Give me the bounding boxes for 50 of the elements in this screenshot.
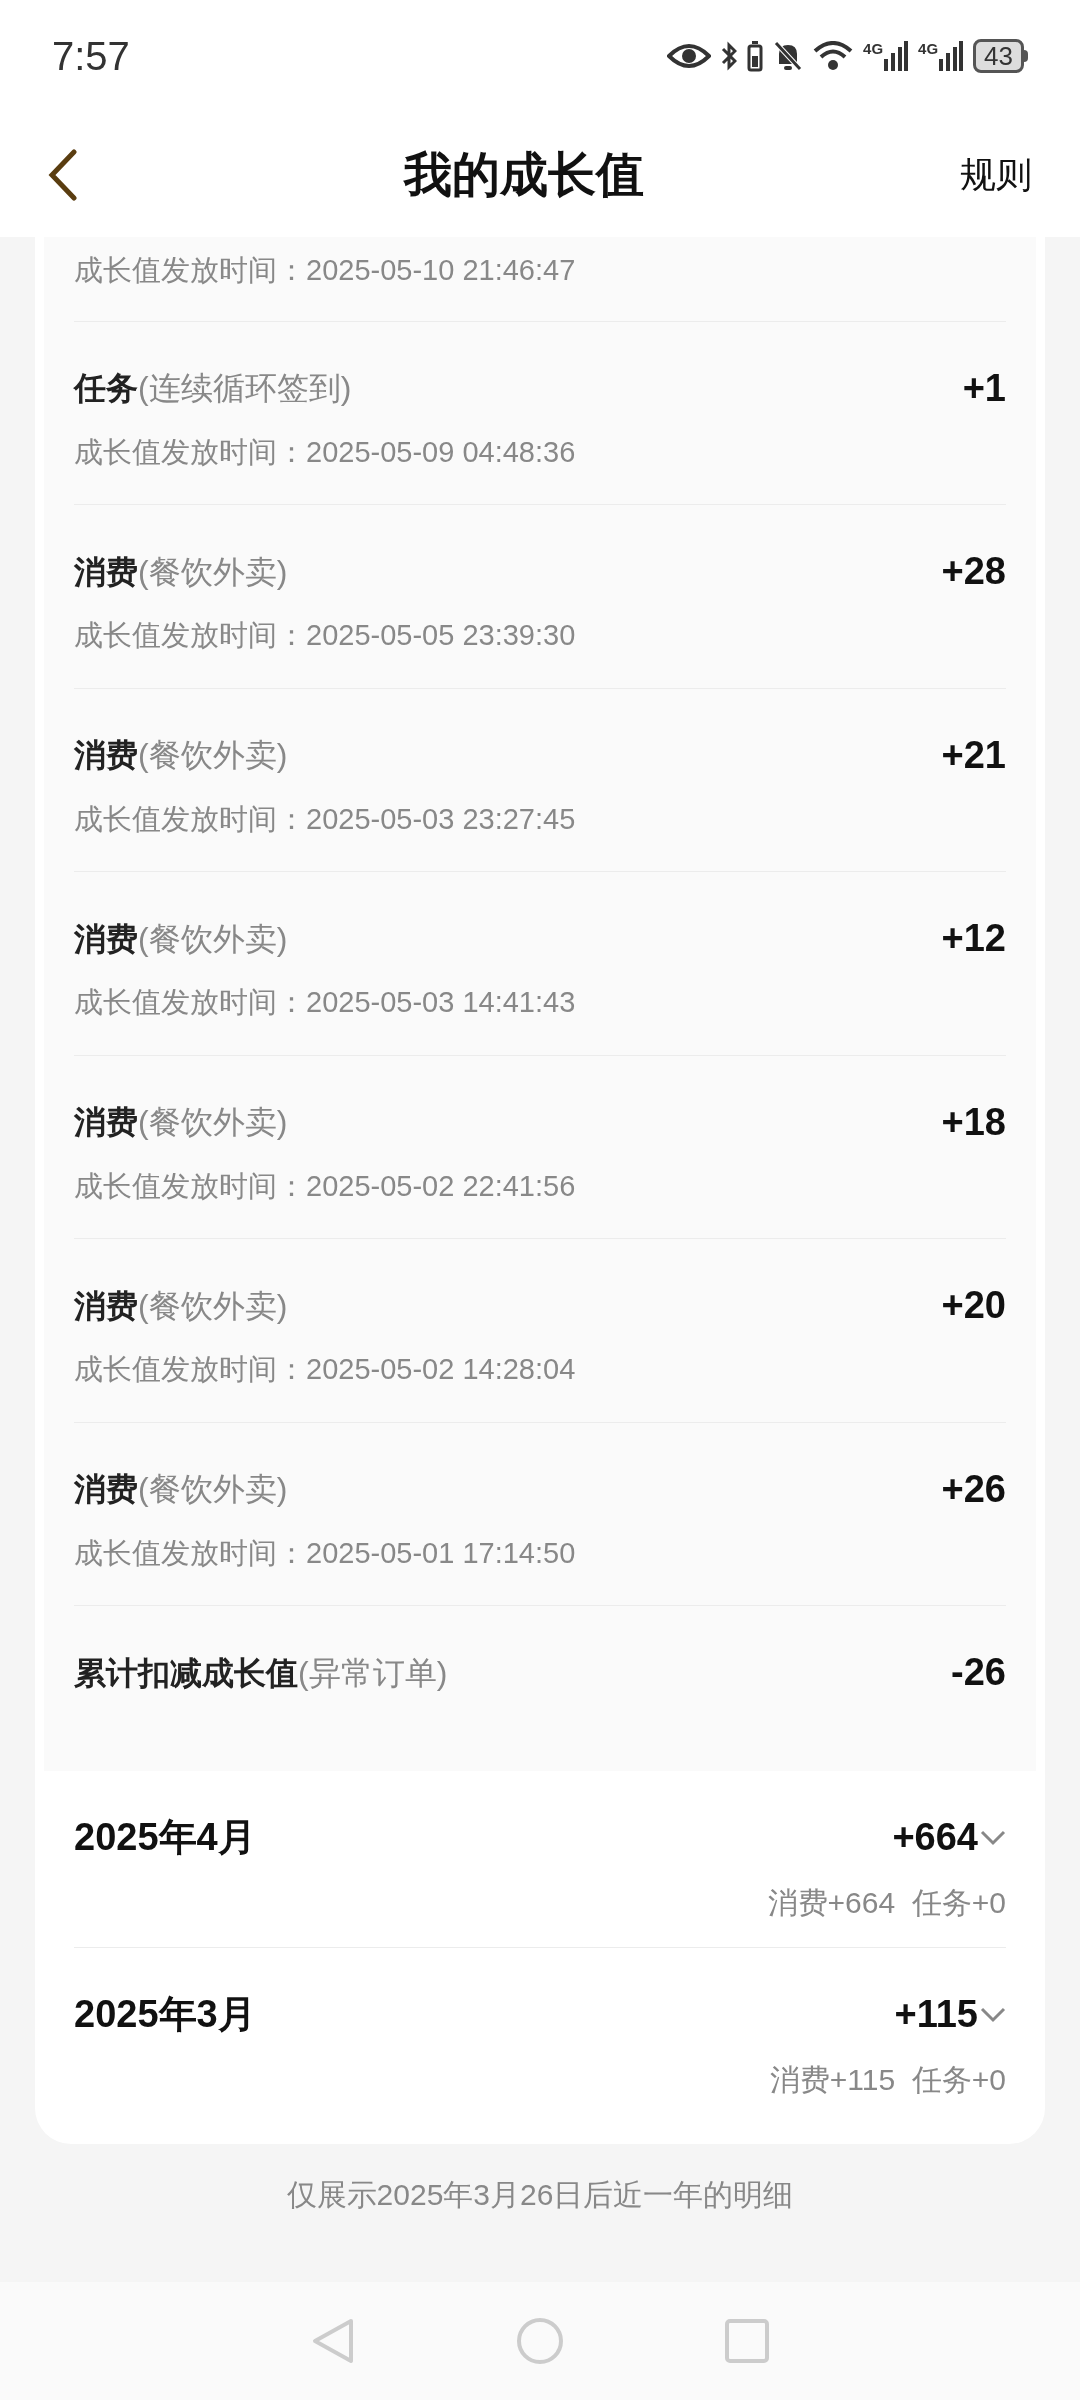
month-total-toggle[interactable]: +664 [892, 1809, 1006, 1866]
month-breakdown: 消费+664 任务+0 [767, 1885, 1006, 1921]
issue-time: 成长值发放时间：2025-05-03 23:27:45 [74, 801, 577, 837]
issue-time: 成长值发放时间：2025-05-02 14:28:04 [74, 1352, 577, 1387]
network-label: 4G [918, 41, 939, 56]
points-value: -26 [951, 1650, 1006, 1695]
page-title: 我的成长值 [404, 146, 644, 203]
battery-small-icon [747, 40, 764, 72]
signal-icon [939, 41, 964, 71]
points-value: +1 [962, 365, 1006, 411]
points-value: +21 [941, 732, 1006, 778]
issue-time: 成长值发放时间：2025-05-09 04:48:36 [74, 434, 577, 470]
points-value: +18 [941, 1099, 1006, 1145]
issue-time: 成长值发放时间：2025-05-03 14:41:43 [74, 985, 577, 1020]
month-total-toggle[interactable]: +115 [894, 1986, 1006, 2043]
points-value: +26 [941, 1466, 1006, 1512]
network-label: 4G [863, 41, 884, 56]
record-title: 消费(餐饮外卖) [74, 1103, 288, 1142]
issue-time: 成长值发放时间：2025-05-10 21:46:47 [74, 253, 577, 288]
footnote: 仅展示2025年3月26日后近一年的明细 [286, 2177, 794, 2213]
month-breakdown: 消费+115 任务+0 [769, 2062, 1006, 2098]
recents-nav-icon[interactable] [725, 2319, 770, 2363]
chevron-down-icon [980, 2006, 1006, 2023]
record-title: 消费(餐饮外卖) [74, 1470, 288, 1509]
status-time: 7:57 [52, 33, 130, 80]
points-value: +28 [941, 549, 1006, 594]
issue-time: 成长值发放时间：2025-05-01 17:14:50 [74, 1535, 577, 1571]
record-title: 消费(餐饮外卖) [74, 919, 288, 959]
signal-icon [884, 41, 909, 71]
chevron-down-icon [980, 1829, 1006, 1846]
points-value: +20 [941, 1283, 1006, 1328]
issue-time: 成长值发放时间：2025-05-05 23:39:30 [74, 618, 577, 653]
points-value: +12 [941, 916, 1006, 961]
issue-time: 成长值发放时间：2025-05-02 22:41:56 [74, 1168, 577, 1204]
home-nav-icon[interactable] [516, 2317, 564, 2365]
month-label: 2025年4月 [74, 1815, 256, 1860]
record-title: 消费(餐饮外卖) [74, 1286, 288, 1326]
record-title: 消费(餐饮外卖) [74, 736, 288, 775]
record-title: 任务(连续循环签到) [74, 369, 352, 408]
bell-off-icon [773, 40, 804, 72]
month-label: 2025年3月 [74, 1992, 256, 2037]
record-title: 消费(餐饮外卖) [74, 552, 288, 592]
back-nav-icon[interactable] [310, 2317, 355, 2365]
rules-link[interactable]: 规则 [960, 147, 1032, 202]
record-title: 累计扣减成长值(异常订单) [74, 1653, 448, 1693]
eye-icon [667, 42, 712, 70]
back-icon [48, 148, 78, 201]
wifi-icon [813, 41, 854, 71]
battery-level-text: 43 [984, 43, 1013, 69]
bluetooth-icon [721, 40, 738, 72]
